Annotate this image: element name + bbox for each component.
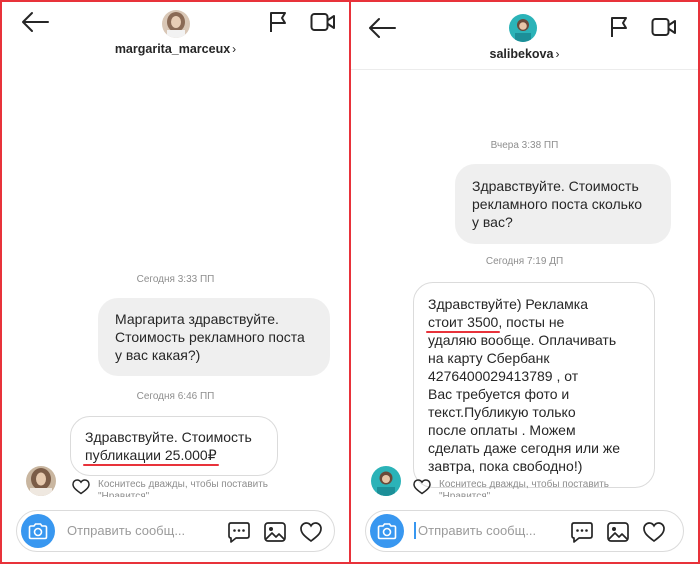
chat-header: margarita_marceux › xyxy=(2,2,349,70)
underlined-price: публикации 25.000₽ xyxy=(83,447,219,466)
video-call-icon[interactable] xyxy=(310,12,336,32)
text-cursor xyxy=(414,522,416,539)
more-icon[interactable] xyxy=(227,520,251,544)
username[interactable]: margarita_marceux › xyxy=(2,42,349,56)
flag-icon[interactable] xyxy=(609,16,629,38)
heart-icon[interactable] xyxy=(413,479,431,495)
left-chat-panel: margarita_marceux › Сегодня 3:33 ПП Марга… xyxy=(2,2,349,562)
double-tap-like-hint: Коснитесь дважды, чтобы поставить "Нрави… xyxy=(98,479,269,497)
outgoing-message-bubble[interactable]: Маргарита здравствуйте. Стоимость реклам… xyxy=(98,298,330,376)
chevron-right-icon: › xyxy=(555,47,560,61)
heart-icon[interactable] xyxy=(642,520,666,544)
right-chat-panel: salibekova › Вчера 3:38 ПП Здравствуйте. … xyxy=(351,2,698,562)
camera-button[interactable] xyxy=(370,514,404,548)
message-input[interactable]: Отправить сообщ... xyxy=(67,523,185,538)
chevron-right-icon: › xyxy=(232,42,237,56)
incoming-message-bubble[interactable]: Здравствуйте) Рекламка стоит 3500, посты… xyxy=(413,282,655,488)
camera-icon xyxy=(377,523,397,540)
outgoing-message-bubble[interactable]: Здравствуйте. Стоимость рекламного поста… xyxy=(455,164,671,244)
underlined-price: стоит 3500 xyxy=(425,314,501,333)
flag-icon[interactable] xyxy=(268,11,288,33)
incoming-message-bubble[interactable]: Здравствуйте. Стоимость публикации 25.00… xyxy=(70,416,278,476)
panel-divider xyxy=(349,0,351,564)
heart-icon[interactable] xyxy=(299,520,323,544)
sender-avatar[interactable] xyxy=(26,466,56,496)
back-arrow-icon[interactable] xyxy=(20,10,50,34)
message-timestamp: Сегодня 6:46 ПП xyxy=(136,391,215,402)
message-timestamp: Сегодня 7:19 ДП xyxy=(485,256,564,267)
video-call-icon[interactable] xyxy=(651,17,677,37)
message-timestamp: Вчера 3:38 ПП xyxy=(490,140,559,151)
chat-header: salibekova › xyxy=(351,2,698,70)
double-tap-like-hint: Коснитесь дважды, чтобы поставить "Нрави… xyxy=(439,479,610,497)
heart-icon[interactable] xyxy=(72,479,90,495)
sender-avatar[interactable] xyxy=(371,466,401,496)
message-timestamp: Сегодня 3:33 ПП xyxy=(136,274,215,285)
avatar[interactable] xyxy=(162,10,190,38)
camera-icon xyxy=(28,523,48,540)
back-arrow-icon[interactable] xyxy=(367,16,397,40)
gallery-icon[interactable] xyxy=(263,520,287,544)
camera-button[interactable] xyxy=(21,514,55,548)
avatar[interactable] xyxy=(509,14,537,42)
message-input[interactable]: Отправить сообщ... xyxy=(418,523,536,538)
message-composer: Отправить сообщ... xyxy=(16,510,335,552)
gallery-icon[interactable] xyxy=(606,520,630,544)
message-composer: Отправить сообщ... xyxy=(365,510,684,552)
username[interactable]: salibekova › xyxy=(351,47,698,61)
more-icon[interactable] xyxy=(570,520,594,544)
